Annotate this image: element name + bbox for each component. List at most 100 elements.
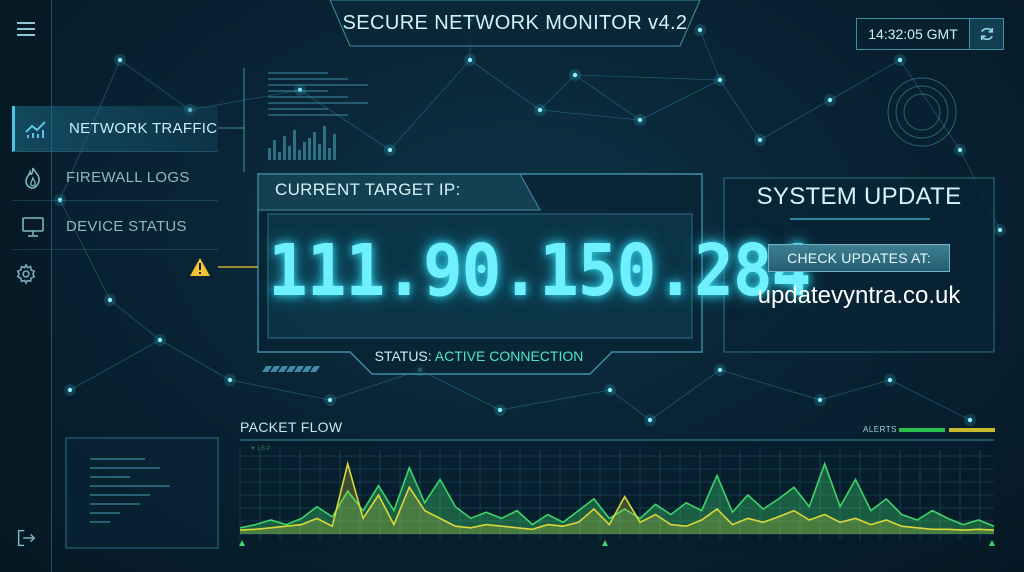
radar-ring (887, 77, 957, 147)
network-link (719, 79, 761, 141)
network-node (647, 417, 653, 423)
network-link (539, 109, 641, 121)
network-link (609, 389, 651, 421)
sidebar-item-label: NETWORK TRAFFIC (69, 120, 218, 137)
alerts-label: ALERTS (863, 425, 897, 434)
network-link (539, 74, 576, 111)
network-node (997, 227, 1003, 233)
mini-chart-bar (318, 144, 321, 160)
logout-icon[interactable] (12, 524, 40, 552)
network-node (757, 137, 763, 143)
mini-chart-bar (333, 134, 336, 160)
target-ip-label: CURRENT TARGET IP: (275, 180, 461, 199)
network-node (327, 397, 333, 403)
log-line (90, 503, 140, 505)
network-node (887, 377, 893, 383)
sidebar-item-device-status[interactable]: DEVICE STATUS (12, 204, 218, 250)
stripe-decor (270, 366, 280, 372)
log-line (90, 467, 160, 469)
network-link (639, 79, 721, 121)
network-node (467, 57, 473, 63)
log-line (90, 476, 130, 478)
text-line-decor (268, 114, 348, 116)
stripe-decor (310, 366, 320, 372)
refresh-icon (980, 27, 993, 41)
network-node (637, 117, 643, 123)
network-link (719, 369, 821, 401)
clock-time: 14:32:05 GMT (868, 26, 958, 42)
clock-widget: 14:32:05 GMT (856, 18, 1004, 50)
chart-icon (25, 121, 46, 138)
log-line (90, 494, 150, 496)
mini-chart-bar (288, 146, 291, 160)
mini-chart-bar (303, 142, 306, 160)
network-node (157, 337, 163, 343)
mini-chart-bar (298, 150, 301, 160)
network-link (419, 369, 501, 411)
connection-status: STATUS: ACTIVE CONNECTION (350, 348, 608, 364)
network-link (649, 369, 721, 421)
packet-flow-title: PACKET FLOW (240, 419, 343, 435)
status-value: ACTIVE CONNECTION (434, 348, 584, 364)
network-node (67, 387, 73, 393)
log-line (90, 485, 170, 487)
stripe-decor (286, 366, 296, 372)
network-node (817, 397, 823, 403)
gear-icon[interactable] (12, 260, 40, 288)
mini-chart-bar (283, 136, 286, 160)
sidebar-item-firewall-logs[interactable]: FIREWALL LOGS (12, 155, 218, 201)
text-line-decor (268, 72, 328, 74)
log-line (90, 512, 120, 514)
mini-chart-bar (278, 152, 281, 160)
network-link (574, 74, 721, 81)
monitor-icon (22, 217, 44, 237)
network-link (469, 59, 541, 111)
mini-chart-bar (293, 130, 296, 160)
app-title: SECURE NETWORK MONITOR v4.2 (342, 11, 688, 34)
network-link (759, 99, 831, 141)
text-line-decor (268, 108, 328, 110)
stripe-decor (302, 366, 312, 372)
network-node (227, 377, 233, 383)
network-node (497, 407, 503, 413)
network-link (109, 299, 161, 341)
network-link (829, 59, 901, 101)
network-node (387, 147, 393, 153)
refresh-button[interactable] (969, 19, 1003, 49)
log-line (90, 458, 145, 460)
mini-chart-bar (323, 126, 326, 160)
status-prefix: STATUS: (374, 348, 432, 364)
text-line-decor (268, 90, 328, 92)
network-node (957, 147, 963, 153)
sidebar-item-label: FIREWALL LOGS (66, 169, 190, 186)
text-line-decor (268, 96, 348, 98)
log-line (90, 521, 110, 523)
network-link (819, 379, 891, 401)
network-node (107, 297, 113, 303)
network-link (389, 59, 471, 151)
network-link (574, 74, 641, 121)
network-link (229, 379, 331, 401)
network-link (889, 379, 971, 421)
mini-chart-bar (313, 132, 316, 160)
network-node (607, 387, 613, 393)
update-domain: updatevyntra.co.uk (757, 282, 961, 309)
network-node (537, 107, 543, 113)
network-link (499, 389, 611, 411)
network-link (69, 339, 161, 391)
log-panel (65, 437, 219, 549)
network-node (897, 57, 903, 63)
network-node (572, 72, 578, 78)
target-ip-value: 111.90.150.284 (268, 228, 811, 313)
stripe-decor (262, 366, 272, 372)
mini-chart-bar (308, 138, 311, 160)
warning-icon (190, 258, 210, 276)
network-link (699, 29, 721, 81)
check-updates-button[interactable]: CHECK UPDATES AT: (768, 244, 950, 272)
hamburger-icon[interactable] (12, 15, 40, 43)
mini-chart-bar (268, 148, 271, 160)
text-line-decor (268, 84, 368, 86)
packet-flow-legend: ▼ LB.P (250, 446, 271, 452)
sidebar-item-network-traffic[interactable]: NETWORK TRAFFIC (12, 106, 218, 152)
sidebar-item-label: DEVICE STATUS (66, 218, 187, 235)
